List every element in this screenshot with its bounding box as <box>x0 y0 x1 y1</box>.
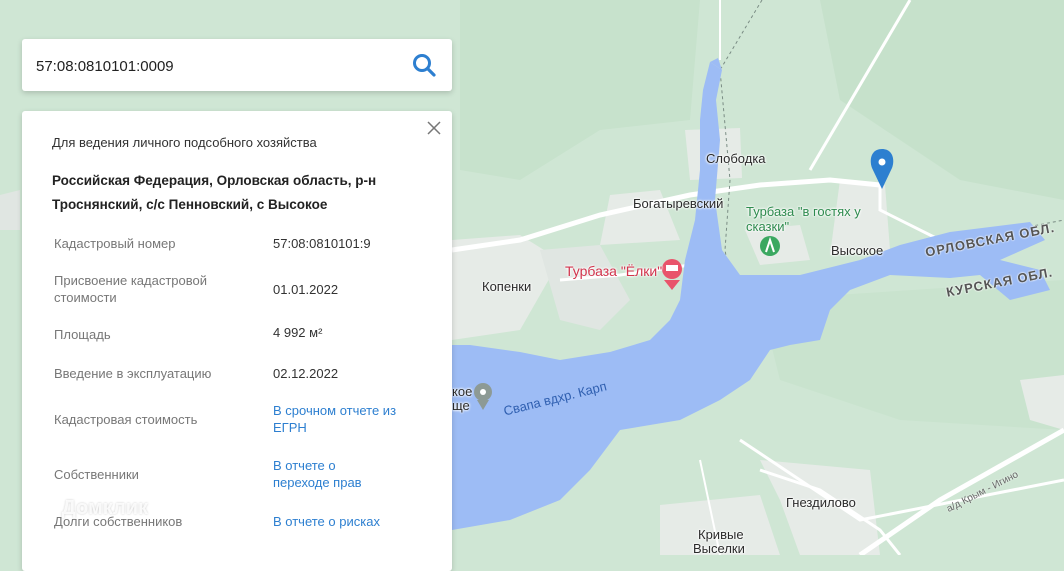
map-label-kopenki: Копенки <box>482 279 532 294</box>
search-box <box>22 39 452 91</box>
prop-label: Присвоение кадастровой стоимости <box>54 273 208 305</box>
prop-value: 57:08:0810101:9 <box>273 236 371 251</box>
map-label-vyselki: Выселки <box>693 541 745 556</box>
ownership-report-link[interactable]: В отчете о переходе прав <box>273 457 393 491</box>
map-label-partial-2: ще <box>452 398 470 413</box>
prop-value: 4 992 м² <box>273 325 323 340</box>
watermark: Домклик <box>36 497 148 520</box>
prop-label: Введение в эксплуатацию <box>54 366 212 381</box>
risk-report-link[interactable]: В отчете о рисках <box>273 513 443 530</box>
close-icon <box>427 121 441 135</box>
map-label-gnezdilovo: Гнездилово <box>786 495 856 510</box>
land-usage: Для ведения личного подсобного хозяйства <box>52 135 317 150</box>
prop-label: Кадастровый номер <box>54 236 176 251</box>
prop-value: 02.12.2022 <box>273 366 339 381</box>
cadastral-value-report-link[interactable]: В срочном отчете из ЕГРН <box>273 402 403 436</box>
prop-value: 01.01.2022 <box>273 282 339 297</box>
search-button[interactable] <box>410 51 438 79</box>
search-icon <box>413 54 436 77</box>
map-label-turbaza-elki: Турбаза "Ёлки" <box>565 263 663 279</box>
property-address: Российская Федерация, Орловская область,… <box>52 169 412 217</box>
map-label-krivye: Кривые <box>698 527 744 542</box>
map-label-bogatyrevsky: Богатыревский <box>633 196 724 211</box>
close-button[interactable] <box>426 120 442 136</box>
address-line-2: Троснянский, с/с Пенновский, с Высокое <box>52 197 328 212</box>
prop-label: Собственники <box>54 467 139 482</box>
prop-label: Площадь <box>54 327 111 342</box>
map-label-partial-1: кое <box>452 384 473 399</box>
map-label-slobodka: Слободка <box>706 151 766 166</box>
map-label-vysokoe: Высокое <box>831 243 884 258</box>
address-line-1: Российская Федерация, Орловская область,… <box>52 173 377 188</box>
watermark-logo-icon <box>36 497 56 517</box>
prop-label: Кадастровая стоимость <box>54 412 198 427</box>
map-label-turbaza-skazki: Турбаза "в гостях у сказки" <box>746 204 861 234</box>
search-input[interactable] <box>34 53 398 79</box>
